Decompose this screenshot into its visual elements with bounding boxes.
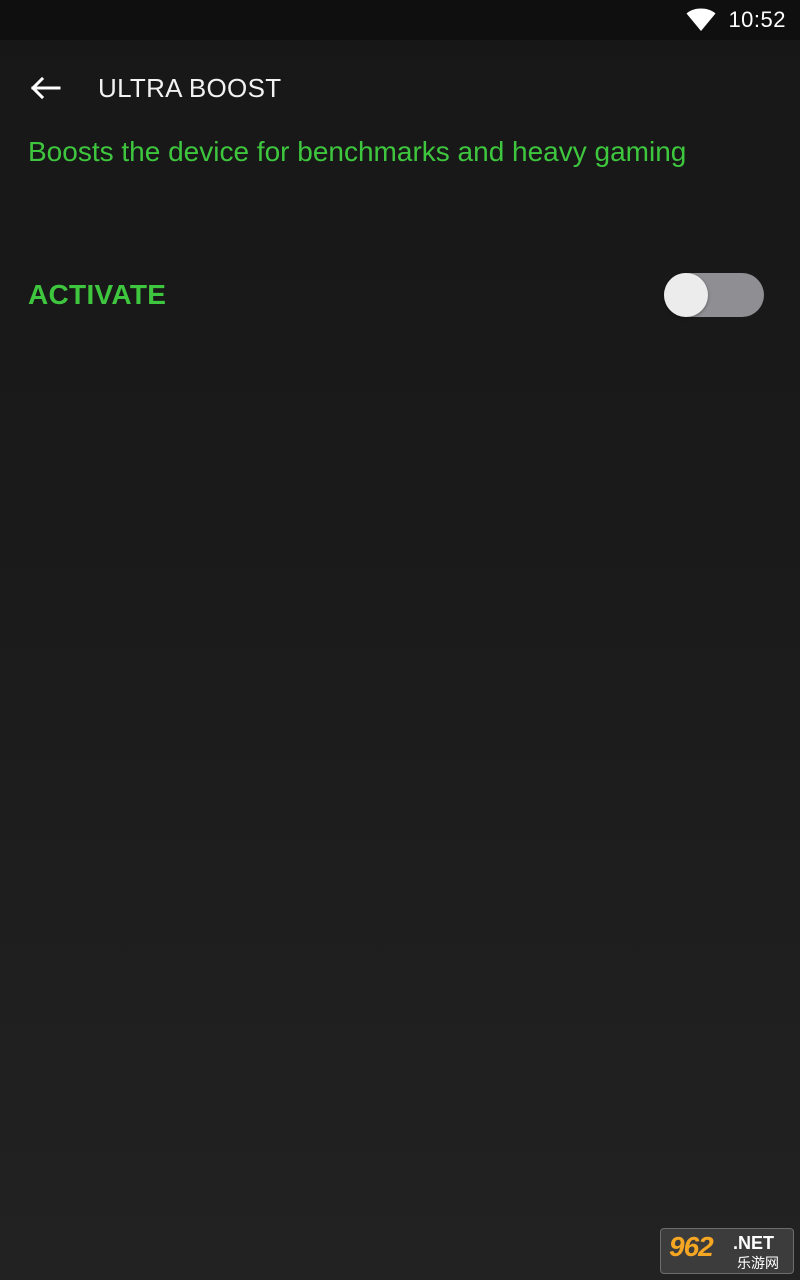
watermark-suffix: .NET — [733, 1233, 775, 1253]
watermark-chinese: 乐游网 — [737, 1255, 779, 1271]
back-button[interactable] — [21, 64, 69, 112]
status-time: 10:52 — [728, 7, 786, 32]
toolbar: ULTRA BOOST — [0, 40, 800, 136]
app-screen: 10:52 ULTRA BOOST Boosts the device for … — [0, 0, 800, 1280]
wifi-icon — [686, 8, 716, 31]
back-arrow-icon — [30, 76, 61, 100]
activate-row[interactable]: ACTIVATE — [0, 255, 800, 335]
page-title: ULTRA BOOST — [98, 72, 282, 103]
feature-description: Boosts the device for benchmarks and hea… — [28, 136, 687, 167]
activate-label: ACTIVATE — [28, 279, 167, 310]
watermark-logo: 962 .NET 乐游网 — [660, 1228, 794, 1274]
activate-toggle[interactable] — [664, 273, 764, 317]
toggle-thumb — [664, 273, 708, 317]
status-bar: 10:52 — [0, 0, 800, 40]
watermark-number: 962 — [669, 1231, 714, 1262]
